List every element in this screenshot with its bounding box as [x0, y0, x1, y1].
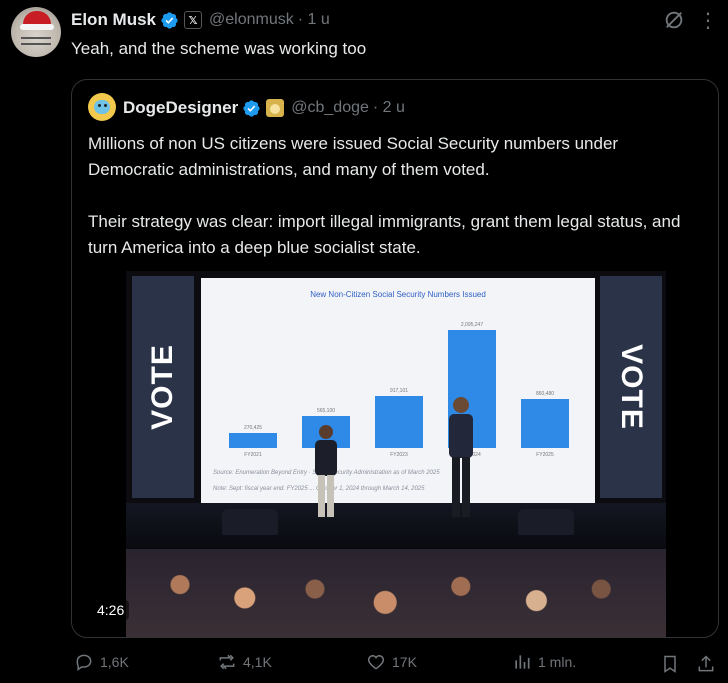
tweet-actions: 1,6K 4,1K 17K 1 mln.: [0, 652, 728, 676]
chart-category-label: FY2025: [536, 452, 554, 458]
reply-icon: [76, 654, 92, 671]
chart-bar-value-label: 917,101: [389, 388, 409, 394]
banner-text: VOTE: [615, 344, 648, 430]
stage-speaker: [222, 509, 278, 535]
reply-count: 1,6K: [100, 654, 129, 670]
presenter-figure: [449, 397, 473, 517]
quote-paragraph: Millions of non US citizens were issued …: [88, 134, 619, 179]
quote-paragraph: Their strategy was clear: import illegal…: [88, 212, 681, 257]
santa-hat-brim: [20, 24, 54, 30]
avatar-face: [94, 100, 110, 114]
repost-button[interactable]: 4,1K: [217, 652, 272, 672]
heart-icon: [367, 654, 385, 670]
chart-bar-value-label: 270,425: [243, 425, 263, 431]
chart-category-label: FY2023: [390, 452, 408, 458]
share-icon[interactable]: [696, 654, 716, 674]
vote-banner-left: VOTE: [132, 276, 194, 498]
chart-bar: [521, 399, 569, 448]
bookmark-icon[interactable]: [660, 654, 680, 674]
stage-speaker: [518, 509, 574, 535]
verified-badge-icon[interactable]: [160, 11, 179, 30]
verified-badge-icon[interactable]: [242, 99, 261, 118]
banner-text: VOTE: [146, 344, 179, 430]
chart-bar: [229, 433, 277, 448]
tweet-time[interactable]: · 1 u: [298, 11, 330, 29]
author-handle[interactable]: @elonmusk: [209, 11, 294, 29]
chart-bar-value-label: 2,095,247: [460, 322, 484, 328]
like-count: 17K: [392, 654, 417, 670]
quote-header: DogeDesigner @cb_doge · 2 u: [123, 98, 405, 118]
views-count: 1 mln.: [538, 654, 577, 670]
quote-time[interactable]: · 2 u: [373, 99, 405, 117]
tweet-header: Elon Musk 𝕏 @elonmusk · 1 u: [71, 10, 330, 30]
quoted-tweet[interactable]: DogeDesigner @cb_doge · 2 u Millions of …: [71, 79, 719, 638]
avatar-eye: [98, 104, 101, 107]
chart-bar-value-label: 860,480: [535, 391, 555, 397]
presenter-figure: [315, 425, 337, 517]
chart-title: New Non-Citizen Social Security Numbers …: [310, 290, 486, 299]
quote-author-name[interactable]: DogeDesigner: [123, 98, 238, 118]
chart-bar-value-label: 565,100: [316, 408, 336, 414]
quote-author-handle[interactable]: @cb_doge: [291, 99, 369, 117]
author-name[interactable]: Elon Musk: [71, 10, 156, 30]
more-options-icon[interactable]: ⋮: [698, 8, 719, 33]
vote-banner-right: VOTE: [600, 276, 662, 498]
grok-icon[interactable]: [663, 9, 685, 31]
video-player[interactable]: VOTE VOTE New Non-Citizen Social Securit…: [126, 271, 666, 637]
chart-bar: [375, 396, 423, 448]
views-button[interactable]: 1 mln.: [512, 652, 576, 672]
video-duration: 4:26: [92, 600, 130, 620]
reply-button[interactable]: 1,6K: [74, 652, 129, 672]
views-chart-icon: [515, 655, 530, 669]
quote-author-avatar[interactable]: [88, 93, 116, 121]
presentation-screen-chart: New Non-Citizen Social Security Numbers …: [201, 278, 595, 503]
author-avatar[interactable]: [11, 7, 61, 57]
quote-text: Millions of non US citizens were issued …: [88, 131, 708, 261]
x-affiliate-badge[interactable]: 𝕏: [184, 11, 203, 29]
repost-icon: [219, 654, 235, 670]
chart-category-label: FY2021: [244, 452, 262, 458]
avatar-text-lines: [21, 37, 51, 45]
audience-crowd: [126, 549, 666, 637]
like-button[interactable]: 17K: [366, 652, 417, 672]
avatar-eye: [104, 104, 107, 107]
tweet-text: Yeah, and the scheme was working too: [71, 39, 367, 58]
repost-count: 4,1K: [243, 654, 272, 670]
doge-affiliate-badge-icon[interactable]: [266, 99, 285, 117]
